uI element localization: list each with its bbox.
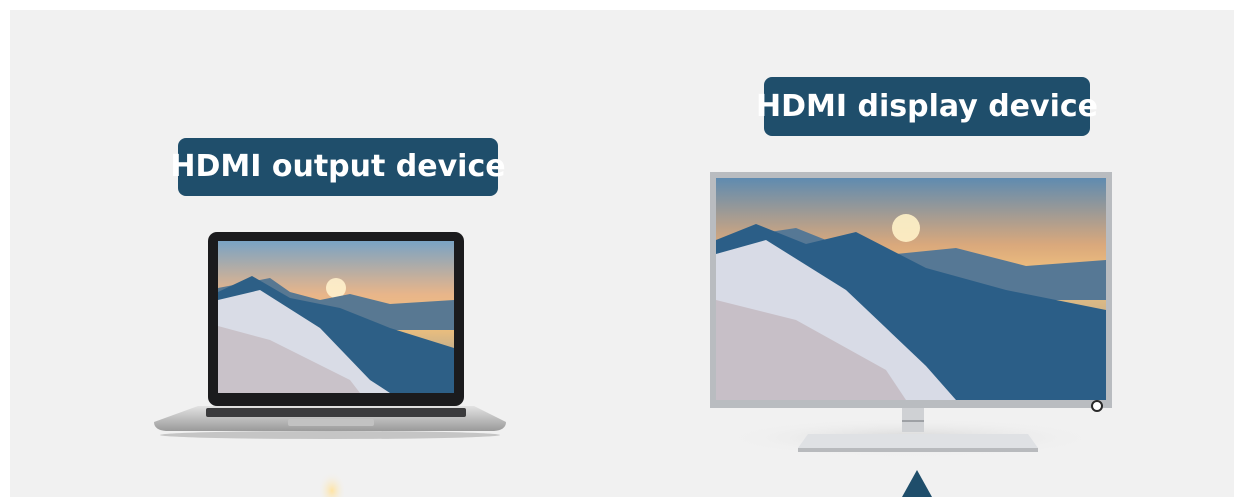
arrow-up-icon [902,470,932,497]
light-glow-icon [316,465,348,497]
display-device-label: HDMI display device [756,77,1098,136]
diagram-panel: HDMI output device HDMI display device [10,10,1234,497]
output-device-label: HDMI output device [170,138,506,196]
monitor-icon [706,170,1116,460]
laptop-icon [150,230,510,442]
